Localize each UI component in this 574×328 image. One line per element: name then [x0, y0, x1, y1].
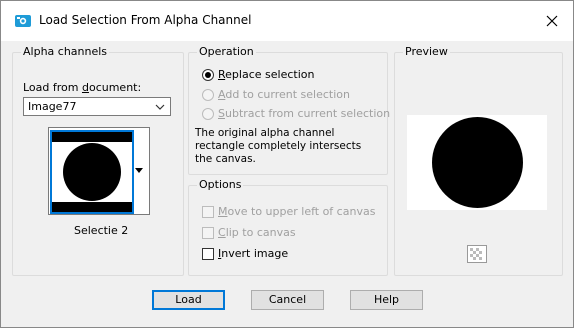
move-upper-left-checkbox[interactable] [202, 206, 214, 218]
transparency-checker-icon[interactable] [467, 245, 487, 263]
operation-description: The original alpha channel rectangle com… [195, 127, 362, 165]
chevron-down-icon [155, 104, 165, 110]
preview-group-title: Preview [403, 45, 450, 58]
replace-selection-label[interactable]: Replace selection [218, 68, 314, 81]
window-title: Load Selection From Alpha Channel [39, 13, 252, 27]
title-bar: Load Selection From Alpha Channel [1, 1, 573, 41]
preview-selection-shape [432, 117, 523, 208]
channel-thumbnail-image [52, 132, 132, 212]
dropdown-arrow-icon[interactable] [135, 168, 143, 174]
clip-to-canvas-label[interactable]: Clip to canvas [218, 226, 296, 239]
load-selection-app-icon [15, 15, 31, 27]
channel-thumbnail[interactable] [50, 130, 134, 214]
replace-selection-radio[interactable] [202, 69, 214, 81]
help-button[interactable]: Help [350, 290, 423, 310]
channel-thumbnail-picker[interactable] [48, 127, 150, 215]
load-button[interactable]: Load [152, 290, 225, 310]
operation-group-title: Operation [197, 45, 256, 58]
channel-name-label: Selectie 2 [74, 224, 129, 237]
subtract-from-selection-radio[interactable] [202, 108, 214, 120]
document-select[interactable]: Image77 [23, 97, 171, 116]
cancel-button[interactable]: Cancel [251, 290, 324, 310]
invert-image-label[interactable]: Invert image [218, 247, 288, 260]
move-upper-left-label[interactable]: Move to upper left of canvas [218, 205, 375, 218]
dialog-window: Load Selection From Alpha Channel Alpha … [0, 0, 574, 328]
add-to-selection-label[interactable]: Add to current selection [218, 88, 350, 101]
close-icon[interactable] [541, 10, 563, 32]
preview-canvas [407, 115, 547, 210]
add-to-selection-radio[interactable] [202, 89, 214, 101]
invert-image-checkbox[interactable] [202, 248, 214, 260]
load-from-document-label: Load from document: [23, 81, 142, 94]
clip-to-canvas-checkbox[interactable] [202, 227, 214, 239]
options-group-title: Options [197, 178, 244, 191]
document-select-value: Image77 [28, 100, 77, 113]
alpha-channels-group-title: Alpha channels [21, 45, 110, 58]
subtract-from-selection-label[interactable]: Subtract from current selection [218, 107, 390, 120]
